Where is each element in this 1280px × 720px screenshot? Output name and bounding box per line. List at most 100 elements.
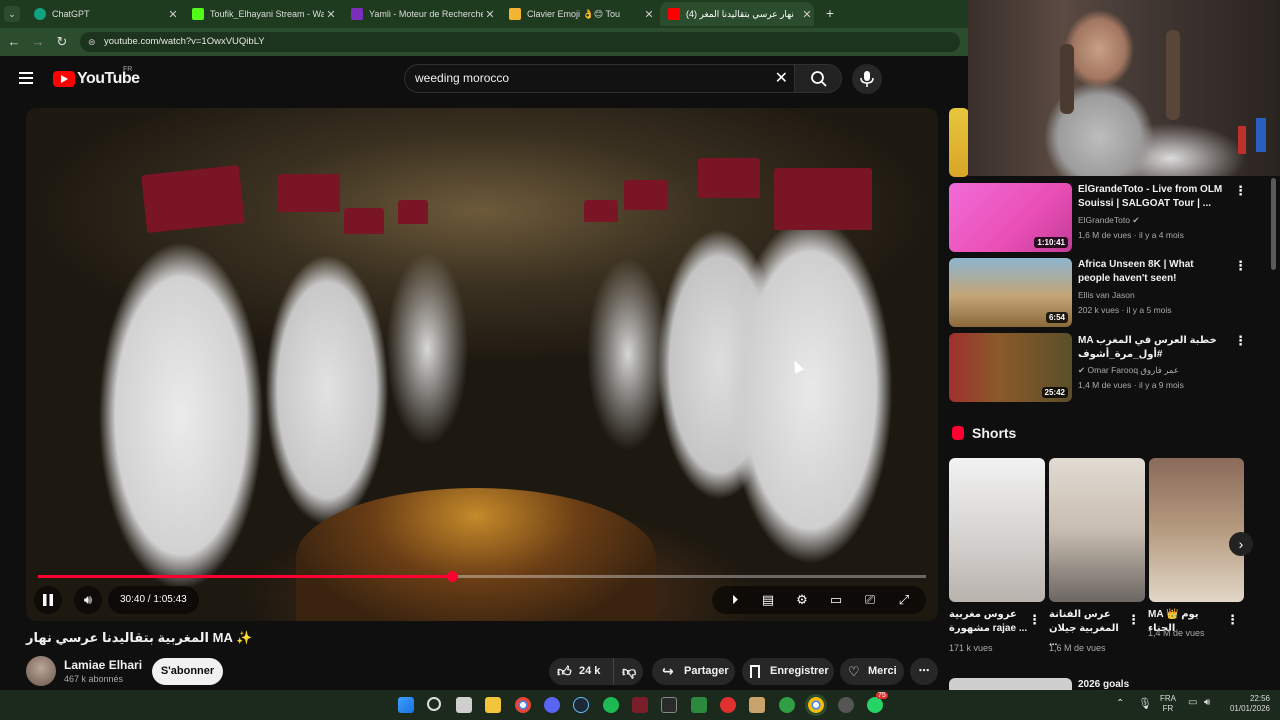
sidebar-video-title[interactable]: MA خطبة العرس في المغرب #أول_مرة_أشوف (1078, 334, 1228, 362)
short-title[interactable]: عروس مغربية مشهورة rajae ... (949, 608, 1029, 636)
tab-kick-stream[interactable]: Toufik_Elhayani Stream - Watch ✕ (184, 2, 338, 26)
sidebar-thumbnail[interactable]: 6:54 (949, 258, 1072, 327)
chrome-active-icon[interactable] (808, 697, 824, 713)
more-vertical-icon[interactable]: ⋮ (1234, 184, 1247, 197)
close-icon[interactable]: ✕ (642, 8, 656, 21)
sidebar-partial-thumbnail[interactable] (949, 108, 969, 177)
sidebar-thumbnail[interactable]: 1:10:41 (949, 183, 1072, 252)
app-icon[interactable] (632, 697, 648, 713)
language-indicator[interactable]: FRA FR (1160, 694, 1176, 714)
tab-yamli[interactable]: Yamli - Moteur de Recherche A ✕ (343, 2, 497, 26)
autoplay-toggle-icon[interactable]: ⏵ (726, 591, 744, 609)
video-duration: 1:10:41 (1034, 237, 1068, 248)
share-label: Partager (684, 665, 729, 677)
new-tab-button[interactable]: + (822, 5, 838, 23)
volume-button[interactable]: 🔊︎ (74, 586, 102, 614)
more-vertical-icon[interactable]: ⋮ (1127, 613, 1140, 626)
network-icon[interactable]: ▭ (1188, 697, 1197, 708)
search-icon[interactable] (427, 697, 441, 711)
more-vertical-icon[interactable]: ⋮ (1234, 334, 1247, 347)
clock[interactable]: 22:56 01/01/2026 (1222, 694, 1270, 714)
app-icon[interactable] (720, 697, 736, 713)
subtitles-icon[interactable]: ▤ (759, 591, 777, 609)
channel-avatar[interactable] (26, 656, 56, 686)
share-button[interactable]: ↪ Partager (652, 658, 735, 685)
sidebar-thumbnail[interactable]: 25:42 (949, 333, 1072, 402)
webcam-guitar (1166, 30, 1180, 120)
close-icon[interactable]: ✕ (166, 8, 180, 21)
search-input[interactable]: weeding morocco ✕ (404, 64, 794, 93)
like-button[interactable]: 👍︎ 24 k (549, 658, 607, 685)
tab-emoji-keyboard[interactable]: Clavier Emoji 👌😊 Tou ✕ (501, 2, 656, 26)
fullscreen-icon[interactable]: ⤢ (895, 591, 913, 609)
settings-gear-icon[interactable]: ⚙ (793, 591, 811, 609)
steam-icon[interactable] (573, 697, 589, 713)
channel-name[interactable]: Lamiae Elhari (64, 658, 142, 672)
play-pause-button[interactable] (34, 586, 62, 614)
more-vertical-icon[interactable]: ⋮ (1226, 613, 1239, 626)
youtube-logo[interactable]: YouTube FR (53, 66, 140, 88)
close-icon[interactable]: ✕ (800, 8, 814, 21)
close-icon[interactable]: ✕ (483, 8, 497, 21)
menu-icon[interactable] (19, 72, 33, 84)
sidebar-thumbnail[interactable] (949, 678, 1072, 690)
subscribe-button[interactable]: S'abonner (152, 658, 223, 685)
site-info-icon[interactable]: ⊜ (88, 32, 96, 52)
shorts-next-button[interactable]: › (1229, 532, 1253, 556)
epic-games-icon[interactable] (661, 697, 677, 713)
app-icon[interactable] (779, 697, 795, 713)
cursor-pointer (789, 358, 805, 374)
close-icon[interactable]: ✕ (324, 8, 338, 21)
chrome-icon[interactable] (515, 697, 531, 713)
clear-search-icon[interactable]: ✕ (775, 65, 788, 92)
microphone-icon[interactable]: 🎙︎ (1138, 697, 1152, 710)
video-scene-figure (624, 180, 668, 210)
task-view-icon[interactable] (456, 697, 472, 713)
yamli-icon (351, 8, 363, 20)
tab-youtube-active[interactable]: (4) نهار عرسي بتقاليدنا المغر ✕ (660, 2, 814, 26)
sidebar-video-title[interactable]: 2026 goals (1078, 678, 1228, 690)
sidebar-video-meta: 1,6 M de vues · il y a 4 mois (1078, 230, 1184, 240)
sidebar-video-meta: 202 k vues · il y a 5 mois (1078, 305, 1172, 315)
whatsapp-icon[interactable] (867, 697, 883, 713)
app-icon[interactable] (749, 697, 765, 713)
forward-arrow-icon[interactable]: → (30, 34, 46, 50)
webcam-guitar (1060, 44, 1074, 114)
sidebar-video-title[interactable]: Africa Unseen 8K | What people haven't s… (1078, 258, 1228, 286)
thanks-button[interactable]: ♡ Merci (840, 658, 904, 685)
miniplayer-icon[interactable]: ▭ (827, 591, 845, 609)
tab-list-chevron-icon[interactable]: ⌄ (4, 6, 20, 22)
back-arrow-icon[interactable]: ← (6, 34, 22, 50)
dislike-button[interactable]: 👎︎ (613, 658, 643, 685)
sidebar-channel[interactable]: ElGrandeToto ✔ (1078, 215, 1139, 226)
discord-icon[interactable] (544, 697, 560, 713)
short-thumbnail[interactable] (1149, 458, 1244, 602)
search-button[interactable] (794, 64, 842, 93)
sidebar-video-title[interactable]: ElGrandeToto - Live from OLM Souissi | S… (1078, 183, 1228, 211)
video-player[interactable]: 🔊︎ 30:40 / 1:05:43 ⏵ ▤ ⚙ ▭ ⎚ ⤢ (26, 108, 938, 621)
windows-start-icon[interactable] (398, 697, 414, 713)
file-explorer-icon[interactable] (485, 697, 501, 713)
progress-bar[interactable] (38, 571, 926, 582)
reload-icon[interactable]: ↻ (54, 34, 70, 50)
address-bar[interactable]: ⊜ youtube.com/watch?v=1OwxVUQibLY (80, 32, 960, 52)
app-icon[interactable] (838, 697, 854, 713)
video-scene-figure (344, 208, 384, 234)
cast-icon[interactable]: ⎚ (861, 591, 879, 609)
sidebar-scrollbar[interactable] (1271, 178, 1276, 270)
more-vertical-icon[interactable]: ⋮ (1234, 259, 1247, 272)
voice-search-button[interactable] (852, 64, 882, 94)
short-thumbnail[interactable] (949, 458, 1045, 602)
sidebar-channel[interactable]: Ellis van Jason (1078, 290, 1135, 300)
sidebar-channel[interactable]: ✔ Omar Farooq عمر فاروق (1078, 365, 1179, 376)
tab-chatgpt[interactable]: ChatGPT ✕ (26, 2, 180, 26)
short-thumbnail[interactable] (1049, 458, 1145, 602)
tray-chevron-icon[interactable]: ⌃ (1116, 698, 1124, 709)
app-icon[interactable] (691, 697, 707, 713)
save-button[interactable]: Enregistrer (742, 658, 834, 685)
spotify-icon[interactable] (603, 697, 619, 713)
tab-label: Clavier Emoji 👌😊 Tou (527, 8, 620, 19)
more-vertical-icon[interactable]: ⋮ (1028, 613, 1041, 626)
volume-icon[interactable]: 🔊︎ (1204, 697, 1210, 708)
more-actions-button[interactable]: ⋯ (910, 658, 938, 685)
